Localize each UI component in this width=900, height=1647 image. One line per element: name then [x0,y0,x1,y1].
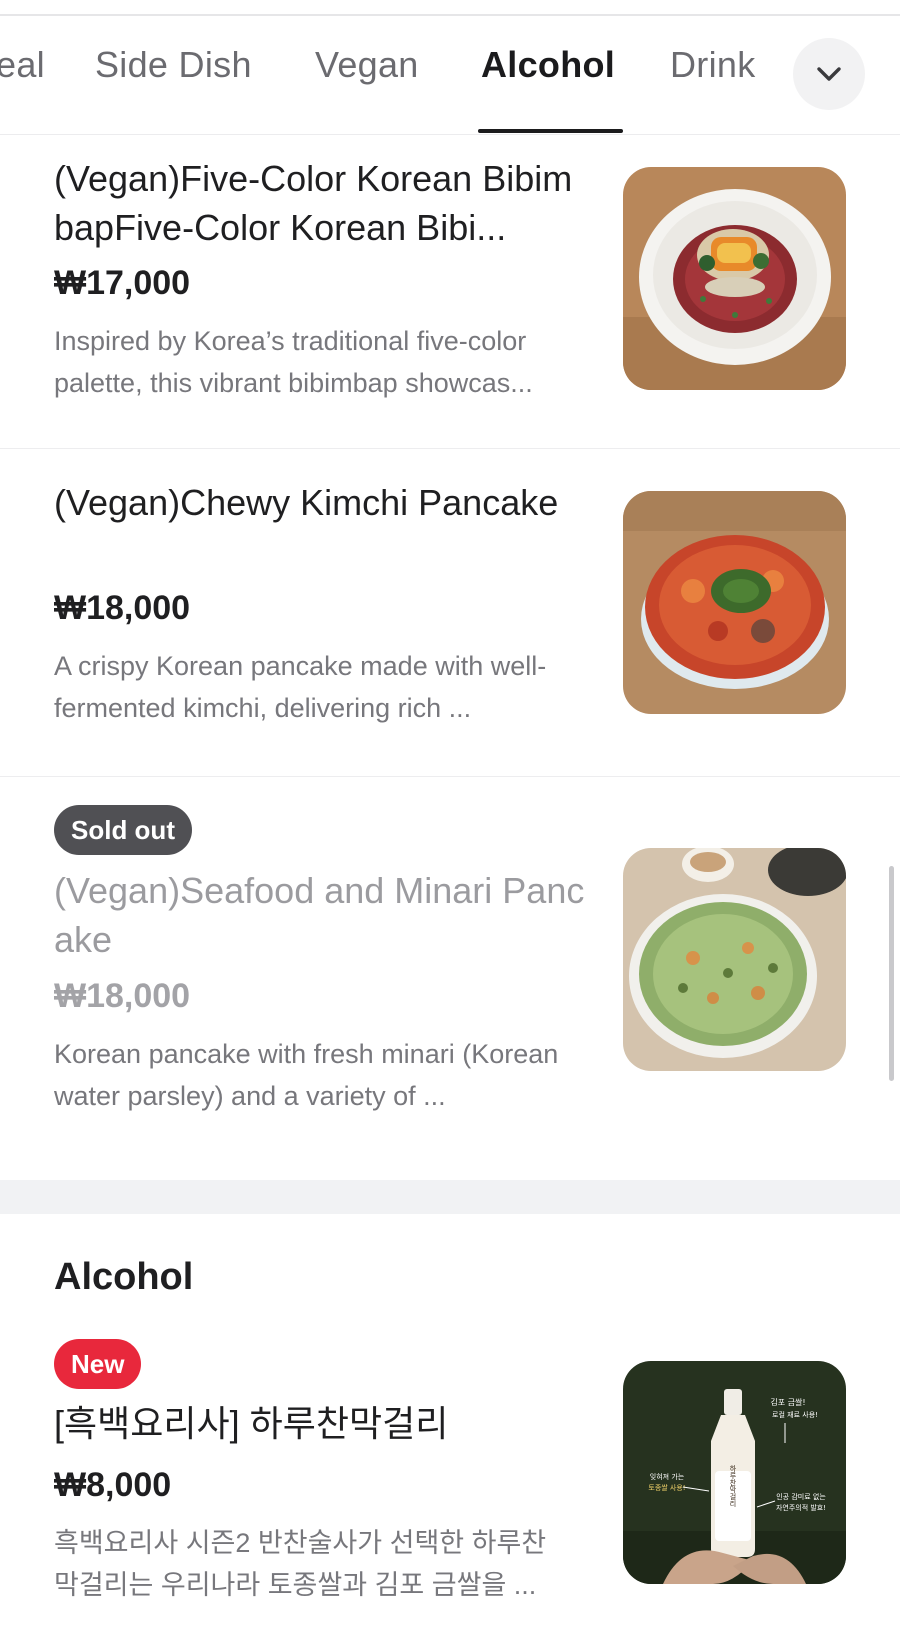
menu-item-description: Korean pancake with fresh minari (Korean… [54,1039,559,1111]
image-caption: 잊혀져 가는 [650,1472,685,1481]
menu-item-image: 하루찬막걸리 김포 금쌀! 로컬 재료 사용! 잊혀져 가는 토종쌀 사용! 인… [623,1361,846,1584]
bibimbap-photo [623,167,846,390]
menu-item-description: A crispy Korean pancake made with well-f… [54,651,547,723]
menu-item-description: Inspired by Korea’s traditional five-col… [54,326,533,398]
image-caption: 로컬 재료 사용! [772,1410,818,1419]
scrollbar[interactable] [889,866,894,1081]
menu-item-image [623,848,846,1071]
menu-item-image [623,491,846,714]
menu-item-description: 흑백요리사 시즌2 반찬술사가 선택한 하루찬 막걸리는 우리나라 토종쌀과 김… [54,1528,547,1600]
kimchi-pancake-photo [623,491,846,714]
item-divider [0,448,900,449]
sold-out-badge: Sold out [54,805,192,855]
section-title-alcohol: Alcohol [54,1256,194,1298]
tab-alcohol[interactable]: Alcohol [481,44,615,86]
new-badge: New [54,1339,142,1389]
category-tab-bar: eal Side Dish Vegan Alcohol Drink [0,16,900,135]
tab-drink[interactable]: Drink [670,44,756,86]
tab-meal[interactable]: eal [0,44,45,86]
menu-item-price: ₩18,000 [54,977,191,1015]
item-divider [0,776,900,777]
active-tab-indicator [478,129,623,133]
menu-item-price: ₩17,000 [54,264,191,302]
tab-side-dish[interactable]: Side Dish [95,44,252,86]
menu-item-name: [흑백요리사] 하루찬막걸리 [54,1403,449,1444]
minari-pancake-photo [623,848,846,1071]
chevron-down-icon [817,67,841,81]
menu-item-price: ₩8,000 [54,1466,172,1504]
menu-item-image [623,167,846,390]
menu-item-name: (Vegan)Five-Color Korean BibimbapFive-Co… [54,158,573,248]
menu-item-price: ₩18,000 [54,589,191,627]
bottle-label: 하루찬막걸리 [729,1464,737,1508]
makgeolli-photo: 하루찬막걸리 김포 금쌀! 로컬 재료 사용! 잊혀져 가는 토종쌀 사용! 인… [623,1361,846,1584]
menu-item-name: (Vegan)Chewy Kimchi Pancake [54,482,559,523]
section-separator [0,1180,900,1214]
image-caption: 자연주의적 발효! [776,1503,826,1512]
expand-categories-button[interactable] [793,38,865,110]
image-caption: 김포 금쌀! [770,1397,805,1407]
menu-item-name: (Vegan)Seafood and Minari Pancake [54,870,585,960]
image-caption: 토종쌀 사용! [648,1483,685,1492]
tab-vegan[interactable]: Vegan [315,44,419,86]
image-caption: 인공 감미료 없는 [776,1492,826,1501]
